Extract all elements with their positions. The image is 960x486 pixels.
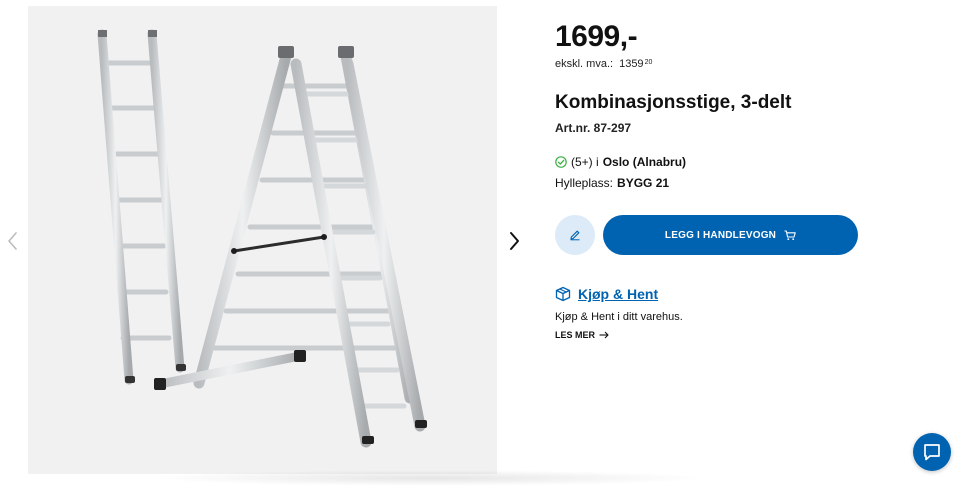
chat-icon — [924, 444, 940, 461]
click-collect-row: Kjøp & Hent — [555, 286, 658, 302]
click-collect-link[interactable]: Kjøp & Hent — [578, 286, 658, 302]
pencil-icon — [570, 230, 580, 241]
prev-image-button[interactable] — [2, 226, 26, 256]
click-collect-description: Kjøp & Hent i ditt varehus. — [555, 311, 683, 323]
cart-icon — [784, 229, 796, 241]
product-price: 1699,- — [555, 20, 638, 53]
price-excl-vat-value: 1359 — [619, 58, 644, 70]
price-excl-vat-decimals: 20 — [644, 59, 653, 66]
stock-count: (5+) i — [571, 155, 599, 169]
read-more-label: LES MER — [555, 330, 596, 340]
product-image — [28, 6, 497, 474]
divider-shadow — [150, 470, 710, 486]
product-title: Kombinasjonsstige, 3-delt — [555, 92, 792, 113]
shelf-location: Hylleplass: BYGG 21 — [555, 176, 669, 190]
add-to-cart-label: LEGG I HANDLEVOGN — [664, 229, 777, 241]
price-excl-vat: ekskl. mva.: 135920 — [555, 58, 652, 70]
next-image-button[interactable] — [502, 226, 526, 256]
box-icon — [555, 286, 571, 302]
check-circle-icon — [555, 156, 567, 168]
read-more-link[interactable]: LES MER — [555, 330, 609, 340]
arrow-right-icon — [599, 331, 609, 339]
edit-button[interactable] — [555, 215, 595, 255]
stock-status: (5+) i Oslo (Alnabru) — [555, 155, 686, 169]
chevron-right-icon — [510, 232, 519, 250]
shelf-value: BYGG 21 — [617, 176, 670, 190]
chat-button[interactable] — [913, 433, 951, 471]
ladder-image — [97, 29, 427, 448]
article-number: Art.nr. 87-297 — [555, 121, 632, 135]
add-to-cart-button[interactable]: LEGG I HANDLEVOGN — [603, 215, 858, 255]
price-excl-vat-label: ekskl. mva.: — [555, 58, 614, 70]
product-gallery — [0, 0, 540, 478]
stock-location: Oslo (Alnabru) — [602, 155, 687, 169]
chevron-left-icon — [8, 232, 17, 250]
shelf-label: Hylleplass: — [555, 176, 614, 190]
